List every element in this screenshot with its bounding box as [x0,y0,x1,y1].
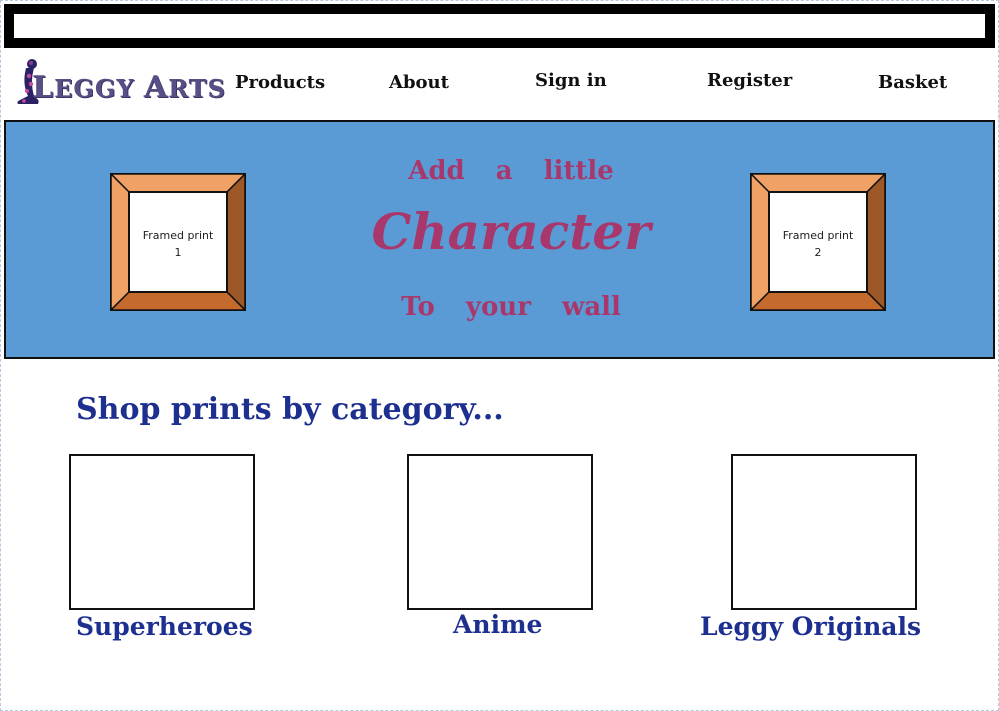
nav-basket[interactable]: Basket [878,72,947,93]
address-field[interactable] [14,14,985,38]
framed-print-1[interactable]: Framed print 1 [110,173,246,311]
category-link-leggy-originals[interactable]: Leggy Originals [700,612,921,641]
nav-sign-in[interactable]: Sign in [535,70,607,91]
framed-print-2-caption: Framed print 2 [782,229,854,259]
nav-about[interactable]: About [389,72,449,93]
hero-tagline-line3: To your wall [401,292,621,322]
hero-banner: Framed print 1 Add a little Character To… [4,120,995,359]
framed-print-1-caption: Framed print 1 [142,229,214,259]
framed-print-2[interactable]: Framed print 2 [750,173,886,311]
category-image-superheroes[interactable] [69,454,255,610]
category-link-anime[interactable]: Anime [453,610,542,639]
hero-tagline-headline: Character [371,202,651,261]
browser-address-bar [4,4,995,48]
category-section-title: Shop prints by category... [76,392,504,427]
category-link-superheroes[interactable]: Superheroes [76,612,253,641]
category-image-anime[interactable] [407,454,593,610]
brand-name: LEGGY ARTS [32,70,226,105]
hero-tagline-line1: Add a little [408,156,614,186]
category-image-leggy-originals[interactable] [731,454,917,610]
brand-logo[interactable]: LEGGY ARTS [10,56,225,106]
nav-register[interactable]: Register [707,70,792,91]
nav-products[interactable]: Products [235,72,325,93]
